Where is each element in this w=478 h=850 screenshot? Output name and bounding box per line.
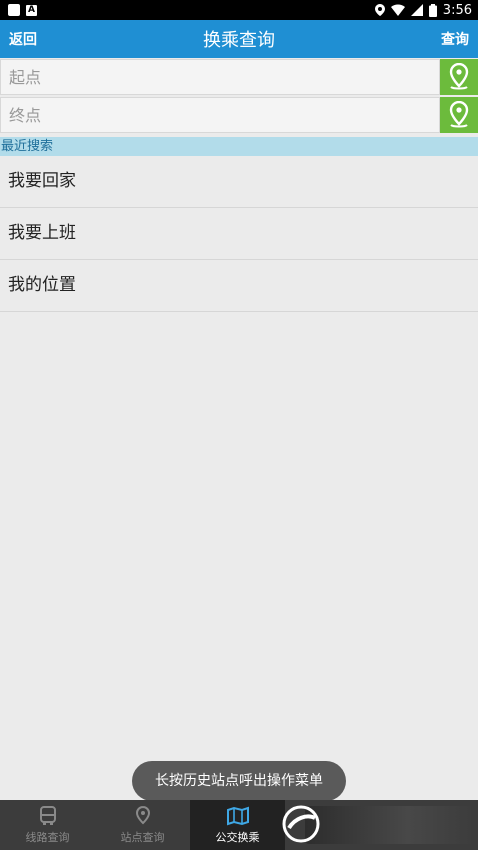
toast-message: 长按历史站点呼出操作菜单 [132, 761, 346, 801]
location-pin-icon [135, 805, 150, 824]
bus-icon [39, 805, 56, 825]
tab-station-query[interactable]: 站点查询 [95, 800, 190, 850]
back-button[interactable]: 返回 [9, 29, 37, 49]
app-notification-icon: A [26, 4, 37, 16]
recent-item-my-location[interactable]: 我的位置 [0, 260, 478, 312]
tab-route-query[interactable]: 线路查询 [0, 800, 95, 850]
location-pin-icon [449, 101, 469, 128]
wifi-icon [390, 4, 405, 16]
signal-icon [410, 4, 423, 16]
end-input[interactable] [0, 97, 440, 133]
start-location-button[interactable] [440, 59, 478, 95]
query-button[interactable]: 查询 [441, 29, 469, 49]
tab-label: 公交换乘 [215, 830, 260, 844]
page-title: 换乘查询 [203, 30, 275, 51]
recent-item-work[interactable]: 我要上班 [0, 208, 478, 260]
recent-item-home[interactable]: 我要回家 [0, 156, 478, 208]
tab-transfer[interactable]: 公交换乘 [190, 800, 285, 850]
end-location-button[interactable] [440, 97, 478, 133]
recent-search-list: 我要回家 我要上班 我的位置 [0, 156, 478, 312]
notification-icon [8, 4, 20, 16]
start-input[interactable] [0, 59, 440, 95]
battery-icon [428, 3, 437, 17]
top-bar: 返回 换乘查询 查询 [0, 20, 478, 58]
location-pin-icon [449, 63, 469, 90]
bottom-tab-bar: 线路查询 站点查询 公交换乘 [0, 800, 478, 850]
end-row [0, 97, 478, 133]
blurred-overlay [305, 806, 475, 844]
tab-label: 线路查询 [25, 830, 70, 844]
status-time: 3:56 [442, 2, 472, 18]
start-row [0, 59, 478, 95]
location-status-icon [374, 4, 385, 16]
more-area[interactable] [282, 800, 478, 850]
app-logo-icon [282, 805, 320, 843]
tab-label: 站点查询 [120, 830, 165, 844]
map-icon [226, 806, 249, 825]
status-bar: A 3:56 [0, 0, 478, 20]
recent-search-heading: 最近搜索 [0, 137, 478, 156]
